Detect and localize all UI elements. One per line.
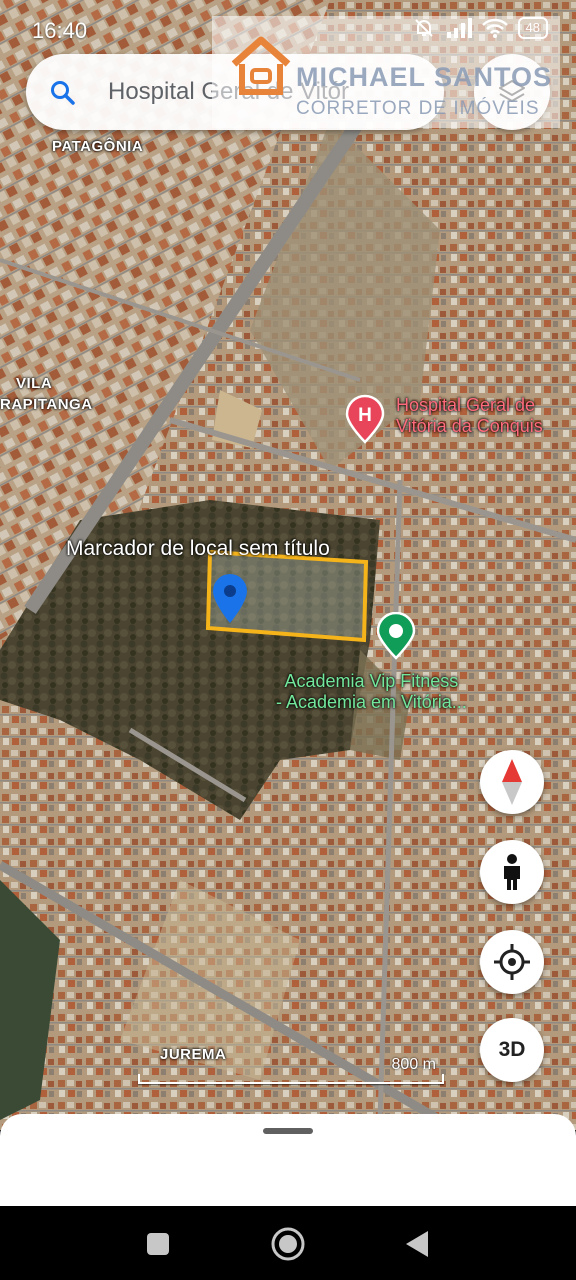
map-label-patagonia[interactable]: PATAGÔNIA (52, 138, 143, 155)
compass-icon (502, 759, 522, 805)
status-time: 16:40 (32, 18, 88, 43)
hospital-label[interactable]: Hospital Geral de Vitória da Conquis (396, 395, 543, 437)
gym-label-line2: - Academia em Vitória... (276, 692, 467, 712)
gym-label[interactable]: Academia Vip Fitness - Academia em Vitór… (276, 671, 467, 713)
home-button-icon[interactable] (270, 1226, 306, 1262)
back-button-icon[interactable] (404, 1230, 430, 1258)
battery-indicator: 48 (517, 17, 548, 39)
pegman-icon (504, 854, 520, 890)
gym-pin-icon[interactable] (376, 612, 416, 660)
svg-text:H: H (358, 405, 372, 426)
hospital-label-line1: Hospital Geral de (396, 395, 536, 415)
signal-icon (446, 18, 472, 38)
scale-label: 800 m (391, 1056, 436, 1073)
android-nav-bar (0, 1206, 576, 1280)
gym-label-line1: Academia Vip Fitness (284, 671, 459, 691)
compass-button[interactable] (480, 750, 544, 814)
wifi-icon (481, 18, 508, 38)
watermark-name: MICHAEL SANTOS (296, 62, 553, 92)
my-location-icon (494, 944, 530, 980)
status-icons: 48 (412, 16, 548, 40)
street-view-button[interactable] (480, 840, 544, 904)
map-label-rapitanga[interactable]: RAPITANGA (0, 396, 93, 413)
three-d-button[interactable]: 3D (480, 1018, 544, 1082)
location-marker-icon[interactable] (210, 573, 250, 625)
search-icon[interactable] (50, 80, 76, 106)
watermark-subtitle: CORRETOR DE IMÓVEIS (296, 98, 540, 119)
status-bar: 16:40 48 (0, 0, 576, 60)
marker-title[interactable]: Marcador de local sem título (66, 537, 330, 561)
scale-bar (138, 1074, 444, 1084)
my-location-button[interactable] (480, 930, 544, 994)
hospital-label-line2: Vitória da Conquis (396, 416, 543, 436)
sheet-drag-handle[interactable] (263, 1128, 313, 1134)
map-scale: 800 m (138, 1054, 444, 1088)
recents-button-icon[interactable] (146, 1232, 170, 1256)
mute-bell-icon (414, 19, 433, 37)
map-label-vila[interactable]: VILA (16, 375, 52, 392)
hospital-pin-icon[interactable]: H (344, 394, 386, 444)
bottom-sheet[interactable] (0, 1114, 576, 1206)
